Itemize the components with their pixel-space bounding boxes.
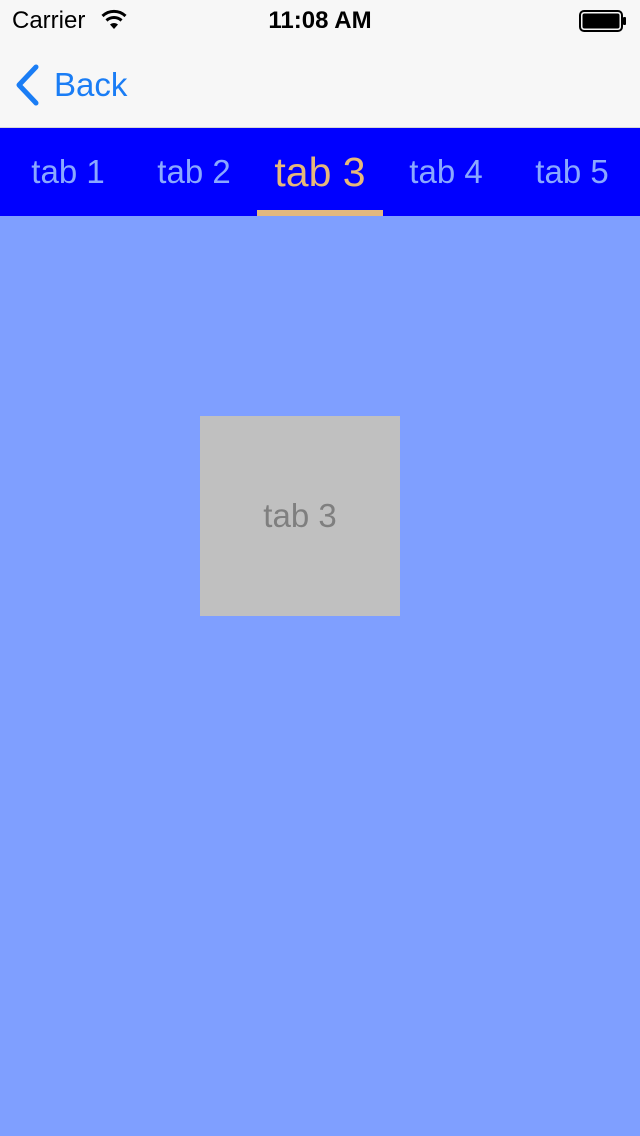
navigation-bar: Back <box>0 40 640 128</box>
tab-1-label: tab 1 <box>31 153 105 190</box>
status-bar: Carrier 11:08 AM <box>0 0 640 40</box>
tab-2[interactable]: tab 2 <box>131 128 257 216</box>
back-button-label: Back <box>54 66 128 103</box>
tab-4-label: tab 4 <box>409 153 483 190</box>
tab-2-label: tab 2 <box>157 153 231 190</box>
tab-content-area <box>0 216 640 1136</box>
tab-5[interactable]: tab 5 <box>509 128 635 216</box>
tab-3-label: tab 3 <box>274 148 366 195</box>
tab-1[interactable]: tab 1 <box>5 128 131 216</box>
tab-4[interactable]: tab 4 <box>383 128 509 216</box>
chevron-left-icon <box>16 64 39 106</box>
status-time: 11:08 AM <box>268 7 372 34</box>
battery-icon <box>579 10 627 32</box>
tab-5-label: tab 5 <box>535 153 609 190</box>
tab-3[interactable]: tab 3 <box>257 128 383 216</box>
tab-content-card: tab 3 <box>200 416 400 616</box>
back-button[interactable]: Back <box>14 62 144 108</box>
tab-strip: tab 1 tab 2 tab 3 tab 4 tab 5 <box>0 128 640 216</box>
tab-content-label: tab 3 <box>263 497 337 534</box>
